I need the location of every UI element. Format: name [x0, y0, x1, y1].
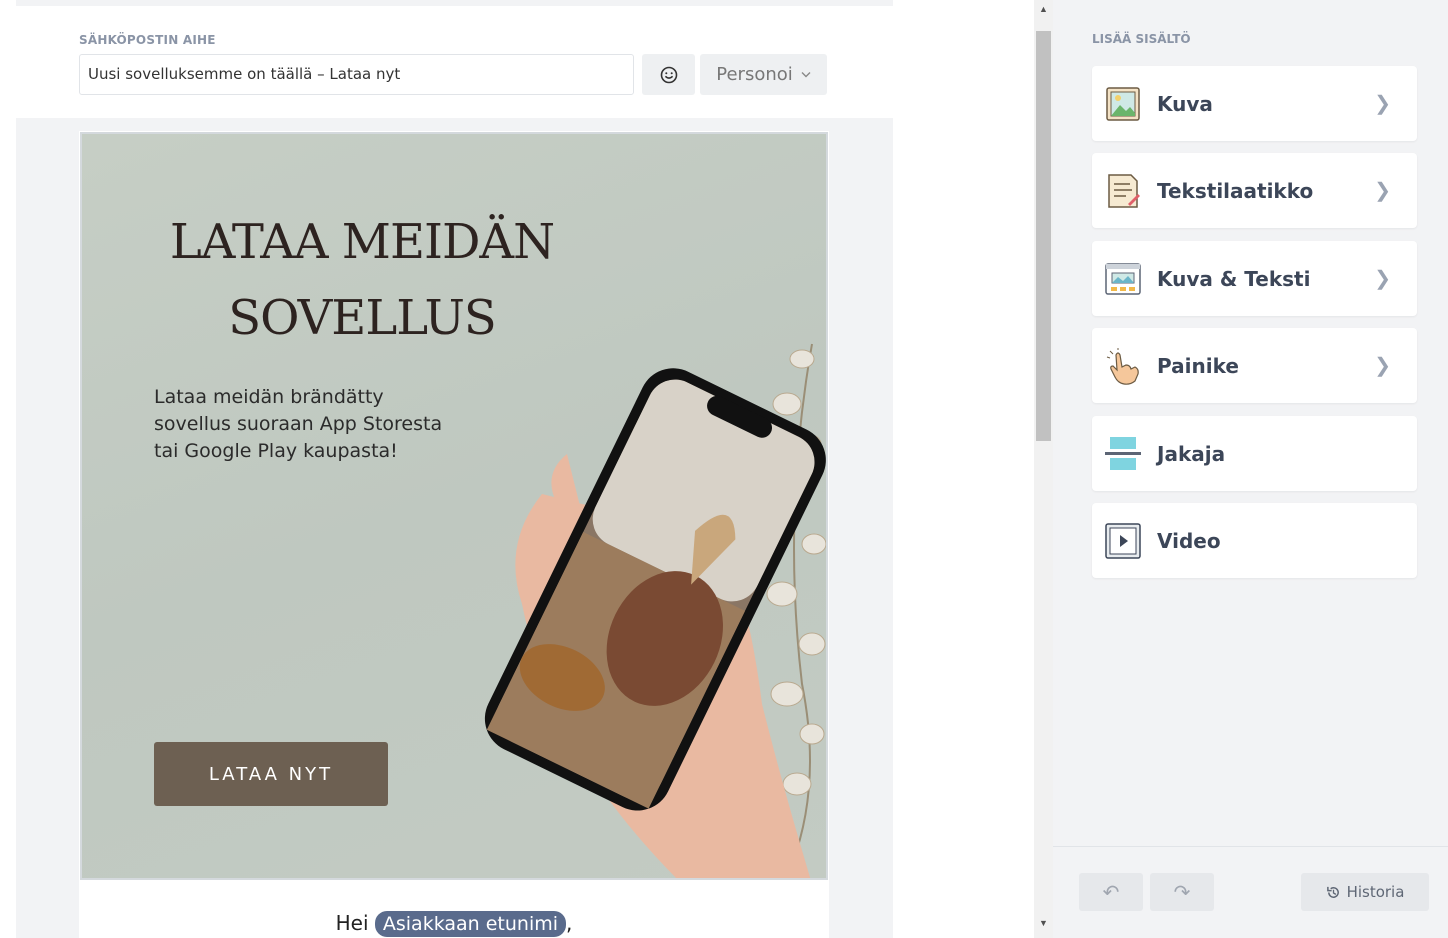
- emoji-button[interactable]: [642, 54, 695, 95]
- chevron-right-icon: ❯: [1374, 268, 1391, 290]
- history-button[interactable]: Historia: [1301, 873, 1429, 911]
- image-text-icon: [1103, 259, 1143, 299]
- block-image-text[interactable]: Kuva & Teksti ❯: [1092, 241, 1417, 316]
- scroll-up-arrow-icon[interactable]: ▲: [1039, 4, 1048, 14]
- greeting-line: Hei Asiakkaan etunimi,: [79, 911, 829, 937]
- block-label: Painike: [1157, 353, 1239, 378]
- hero-image-block[interactable]: LATAA MEIDÄN SOVELLUS Lataa meidän bränd…: [80, 132, 828, 880]
- content-blocks-panel: LISÄÄ SISÄLTÖ Kuva ❯ Tekstilaatikko ❯ Ku…: [1053, 0, 1448, 938]
- pointer-hand-icon: [1103, 346, 1143, 386]
- block-button[interactable]: Painike ❯: [1092, 328, 1417, 403]
- first-name-merge-tag[interactable]: Asiakkaan etunimi: [374, 911, 567, 937]
- email-canvas: LATAA MEIDÄN SOVELLUS Lataa meidän bränd…: [79, 131, 829, 938]
- redo-button[interactable]: ↷: [1150, 873, 1214, 911]
- divider-icon: [1103, 434, 1143, 474]
- phone-in-hand-illustration: [484, 343, 826, 878]
- video-play-icon: [1103, 521, 1143, 561]
- subject-panel: SÄHKÖPOSTIN AIHE Uusi sovelluksemme on t…: [16, 6, 893, 118]
- chevron-right-icon: ❯: [1374, 355, 1391, 377]
- chevron-right-icon: ❯: [1374, 93, 1391, 115]
- scrollbar-thumb[interactable]: [1036, 31, 1051, 441]
- block-video[interactable]: Video: [1092, 503, 1417, 578]
- subject-input[interactable]: Uusi sovelluksemme on täällä – Lataa nyt: [79, 54, 634, 95]
- redo-icon: ↷: [1173, 881, 1191, 904]
- email-editor: SÄHKÖPOSTIN AIHE Uusi sovelluksemme on t…: [16, 0, 893, 938]
- personalize-dropdown[interactable]: Personoi: [700, 54, 827, 95]
- history-label: Historia: [1346, 883, 1405, 901]
- smiley-icon: [660, 66, 677, 83]
- block-image[interactable]: Kuva ❯: [1092, 66, 1417, 141]
- scroll-down-arrow-icon[interactable]: ▼: [1039, 918, 1048, 928]
- block-label: Tekstilaatikko: [1157, 178, 1314, 203]
- chevron-right-icon: ❯: [1374, 180, 1391, 202]
- panel-title: LISÄÄ SISÄLTÖ: [1092, 32, 1191, 46]
- text-document-icon: [1103, 171, 1143, 211]
- hero-download-button[interactable]: LATAA NYT: [154, 742, 388, 806]
- block-label: Video: [1157, 528, 1221, 553]
- block-label: Kuva: [1157, 91, 1213, 116]
- block-label: Jakaja: [1157, 441, 1226, 466]
- greeting-suffix: ,: [566, 911, 573, 935]
- editor-scrollbar[interactable]: ▲ ▼: [1034, 0, 1053, 938]
- undo-button[interactable]: ↶: [1079, 873, 1143, 911]
- personalize-label: Personoi: [716, 64, 793, 85]
- image-icon: [1103, 84, 1143, 124]
- panel-footer: ↶ ↷ Historia: [1053, 846, 1448, 938]
- block-textbox[interactable]: Tekstilaatikko ❯: [1092, 153, 1417, 228]
- chevron-down-icon: [801, 72, 811, 78]
- subject-label: SÄHKÖPOSTIN AIHE: [79, 33, 216, 47]
- history-icon: [1326, 886, 1339, 898]
- undo-icon: ↶: [1102, 881, 1120, 904]
- block-divider[interactable]: Jakaja: [1092, 416, 1417, 491]
- greeting-prefix: Hei: [335, 911, 369, 935]
- block-label: Kuva & Teksti: [1157, 266, 1311, 291]
